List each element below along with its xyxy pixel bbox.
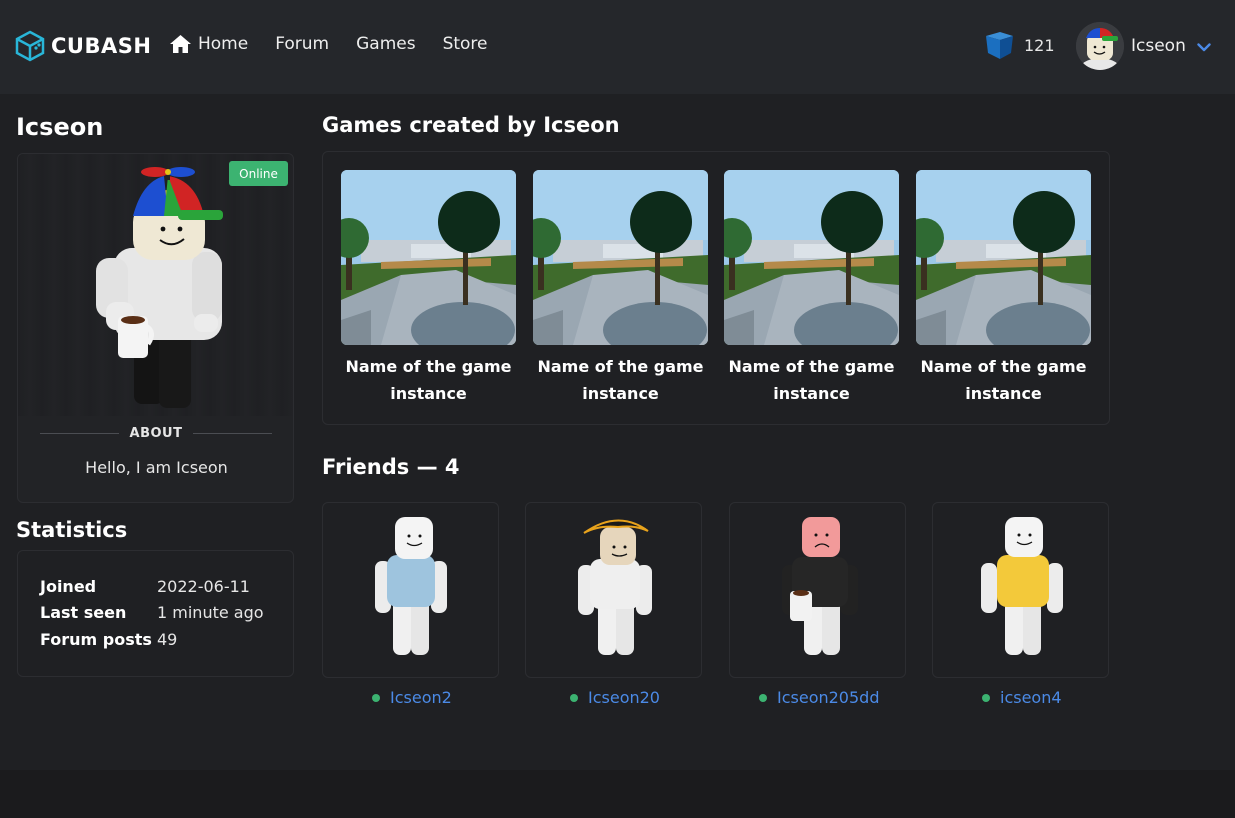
game-title: Name of the game instance xyxy=(345,357,512,403)
friend-link[interactable]: Icseon2 xyxy=(372,688,452,707)
game-thumbnail xyxy=(724,170,899,345)
games-list: Name of the game instance Name of the ga… xyxy=(322,151,1110,425)
games-heading-user: Icseon xyxy=(543,113,620,137)
nav-store-label: Store xyxy=(442,34,488,54)
online-indicator xyxy=(982,693,990,702)
stat-row-last-seen: Last seen 1 minute ago xyxy=(40,603,264,622)
cube-currency-icon xyxy=(986,32,1013,59)
profile-card: Online ABOUT Hello, I am Icseon xyxy=(17,153,294,503)
game-tile[interactable]: Name of the game instance xyxy=(341,170,516,407)
games-heading: Games created by Icseon xyxy=(322,113,620,137)
user-menu[interactable]: Icseon xyxy=(1076,22,1211,70)
friend-name: Icseon205dd xyxy=(777,688,880,707)
game-thumbnail xyxy=(341,170,516,345)
game-thumbnail xyxy=(533,170,708,345)
stat-value: 49 xyxy=(157,630,178,649)
brand-logo[interactable]: CUBASH xyxy=(14,30,151,62)
game-thumbnail xyxy=(916,170,1091,345)
stat-value: 1 minute ago xyxy=(157,603,264,622)
user-avatar xyxy=(1076,22,1124,70)
statistics-card: Joined 2022-06-11 Last seen 1 minute ago… xyxy=(17,550,294,677)
friends-heading: Friends — 4 xyxy=(322,455,460,479)
game-tile[interactable]: Name of the game instance xyxy=(533,170,708,407)
game-tile[interactable]: Name of the game instance xyxy=(916,170,1091,407)
friend-link[interactable]: icseon4 xyxy=(982,688,1062,707)
online-indicator xyxy=(759,693,767,702)
stat-row-forum-posts: Forum posts 49 xyxy=(40,630,177,649)
game-title: Name of the game instance xyxy=(728,357,895,403)
divider-line xyxy=(40,433,119,434)
stat-label: Forum posts xyxy=(40,630,152,649)
top-navigation-bar: CUBASH Home Forum Games Store 121 Icseon xyxy=(0,0,1235,94)
nav-forum[interactable]: Forum xyxy=(275,34,329,54)
game-title: Name of the game instance xyxy=(537,357,704,403)
game-tile[interactable]: Name of the game instance xyxy=(724,170,899,407)
nav-games-label: Games xyxy=(356,34,416,54)
nav-home-label: Home xyxy=(198,34,249,54)
friend-card[interactable] xyxy=(729,502,906,678)
statistics-heading: Statistics xyxy=(16,518,128,542)
brand-name: CUBASH xyxy=(51,34,152,58)
friend-link[interactable]: Icseon20 xyxy=(570,688,660,707)
friend-avatar xyxy=(981,517,1063,655)
friend-card[interactable] xyxy=(322,502,499,678)
stat-label: Joined xyxy=(40,577,97,596)
about-title: ABOUT xyxy=(129,426,183,441)
game-title: Name of the game instance xyxy=(920,357,1087,403)
main-nav: Home Forum Games Store xyxy=(170,34,515,54)
friend-name: Icseon2 xyxy=(390,688,452,707)
friend-avatar xyxy=(578,519,652,655)
home-icon xyxy=(170,35,191,53)
cube-logo-icon xyxy=(15,30,45,62)
online-indicator xyxy=(372,693,380,702)
page-footer xyxy=(0,770,1235,818)
stat-value: 2022-06-11 xyxy=(157,577,250,596)
nav-store[interactable]: Store xyxy=(443,34,488,54)
avatar-figure xyxy=(96,167,223,408)
stat-row-joined: Joined 2022-06-11 xyxy=(40,577,250,596)
about-text: Hello, I am Icseon xyxy=(85,458,228,477)
games-heading-prefix: Games created by xyxy=(322,113,544,137)
about-divider: ABOUT xyxy=(40,426,273,441)
user-name: Icseon xyxy=(1131,36,1186,56)
friend-link[interactable]: Icseon205dd xyxy=(759,688,879,707)
divider-line xyxy=(193,433,273,434)
chevron-down-icon xyxy=(1197,42,1211,51)
stat-label: Last seen xyxy=(40,603,127,622)
friend-avatar xyxy=(375,517,447,655)
friend-name: Icseon20 xyxy=(588,688,660,707)
friend-avatar xyxy=(782,517,858,655)
friend-name: icseon4 xyxy=(1000,688,1062,707)
nav-home[interactable]: Home xyxy=(170,34,248,54)
friend-card[interactable] xyxy=(932,502,1109,678)
online-status-badge: Online xyxy=(229,161,288,186)
currency-amount: 121 xyxy=(1024,36,1055,55)
friend-card[interactable] xyxy=(525,502,702,678)
avatar-render: Online xyxy=(18,154,293,416)
nav-games[interactable]: Games xyxy=(356,34,415,54)
currency-balance[interactable]: 121 xyxy=(984,30,1055,61)
online-indicator xyxy=(570,693,578,702)
nav-forum-label: Forum xyxy=(275,34,330,54)
profile-name: Icseon xyxy=(16,113,104,141)
